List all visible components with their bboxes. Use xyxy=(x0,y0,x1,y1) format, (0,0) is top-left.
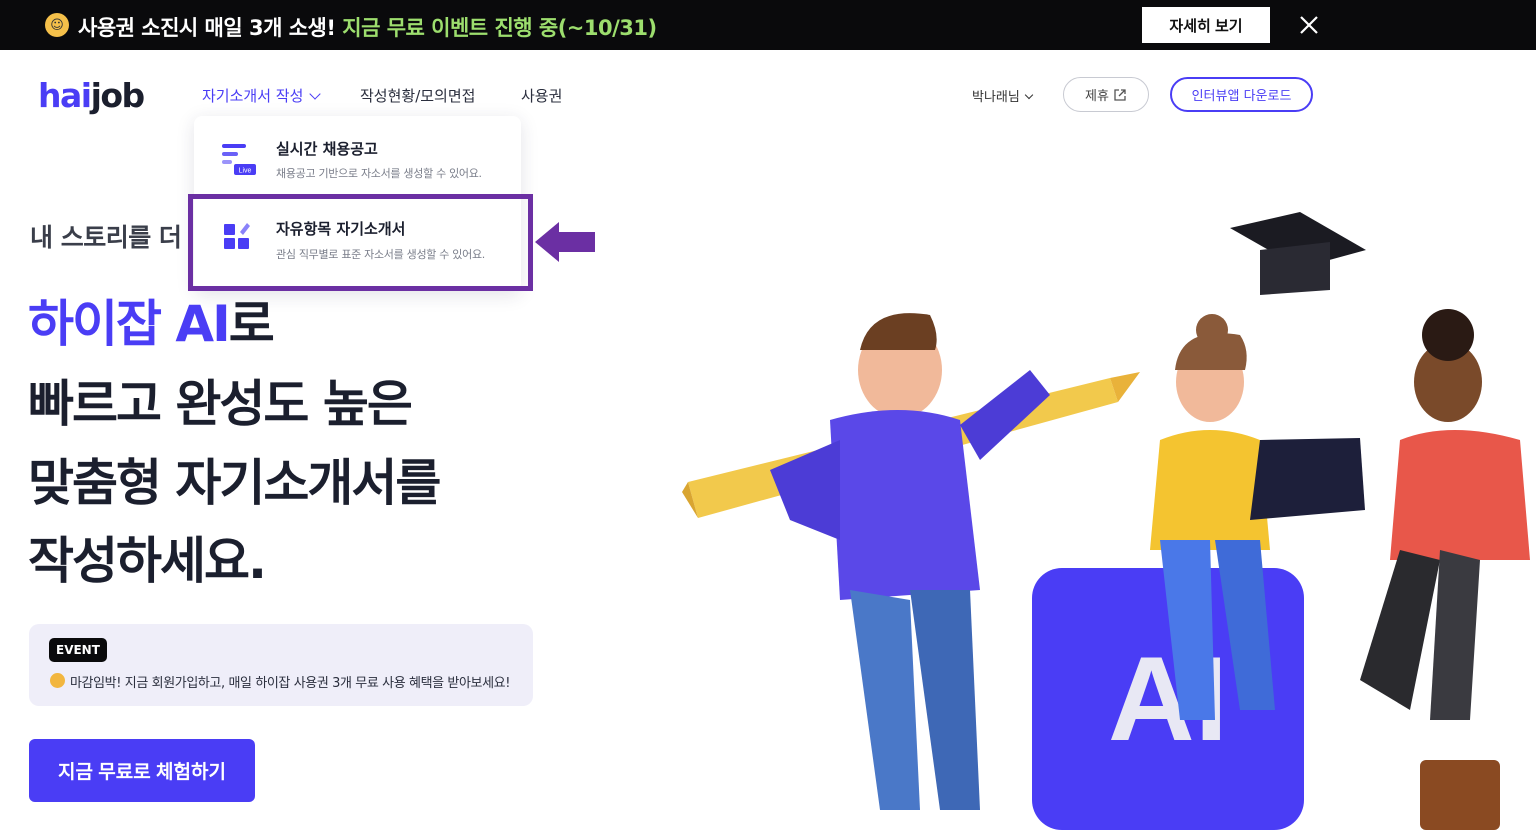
party-face-icon: ☺ xyxy=(45,13,69,37)
banner-message-main: 사용권 소진시 매일 3개 소생! xyxy=(78,16,336,40)
event-badge: EVENT xyxy=(49,638,107,662)
live-document-icon: Live xyxy=(222,144,256,175)
close-icon[interactable] xyxy=(1298,14,1320,36)
hero-title-line-2: 빠르고 완성도 높은 xyxy=(28,375,413,433)
external-link-icon xyxy=(1114,88,1126,101)
app-download-button[interactable]: 인터뷰앱 다운로드 xyxy=(1170,77,1313,112)
dropdown-item-live-jobs[interactable]: Live 실시간 채용공고 채용공고 기반으로 자소서를 생성할 수 있어요. xyxy=(194,128,521,203)
banner-detail-button[interactable]: 자세히 보기 xyxy=(1142,7,1270,43)
banner-message: 사용권 소진시 매일 3개 소생! 지금 무료 이벤트 진행 중(~10/31) xyxy=(78,12,657,42)
graduation-cap-icon xyxy=(1230,212,1366,295)
hero-subtitle: 내 스토리를 더 xyxy=(30,223,182,252)
nav-cover-letter[interactable]: 자기소개서 작성 xyxy=(202,85,322,106)
free-trial-button[interactable]: 지금 무료로 체험하기 xyxy=(29,739,255,802)
partner-label: 제휴 xyxy=(1085,89,1109,104)
logo-part-hai: hai xyxy=(38,76,92,115)
event-text: 마감임박! 지금 회원가입하고, 매일 하이잡 사용권 3개 무료 사용 혜택을… xyxy=(70,676,511,691)
hero-title-line-1: 하이잡 AI로 xyxy=(28,284,275,356)
user-menu[interactable]: 박나래님 xyxy=(972,86,1034,105)
woman-illustration xyxy=(1150,314,1365,720)
hero-illustration: AI xyxy=(682,212,1530,830)
hero-title-line-3: 맞춤형 자기소개서를 xyxy=(28,454,441,512)
dropdown-item-desc: 채용공고 기반으로 자소서를 생성할 수 있어요. xyxy=(276,167,482,180)
haijob-logo[interactable]: haijob xyxy=(38,76,146,115)
jumping-woman-illustration xyxy=(1360,309,1530,830)
live-badge: Live xyxy=(239,168,252,175)
hero-title-rest: 로 xyxy=(228,295,275,353)
user-name: 박나래님 xyxy=(972,90,1020,105)
annotation-highlight-box xyxy=(188,194,533,291)
chevron-down-icon xyxy=(309,88,322,100)
hero-title-line-4: 작성하세요. xyxy=(28,532,267,590)
dropdown-item-title: 실시간 채용공고 xyxy=(276,140,378,158)
banner-message-highlight: 지금 무료 이벤트 진행 중(~10/31) xyxy=(342,16,657,40)
event-notice: EVENT 마감임박! 지금 회원가입하고, 매일 하이잡 사용권 3개 무료 … xyxy=(29,624,533,706)
annotation-arrow-icon xyxy=(535,222,595,262)
nav-status-interview[interactable]: 작성현황/모의면접 xyxy=(360,85,475,106)
nav-tickets[interactable]: 사용권 xyxy=(521,85,562,106)
chevron-down-icon xyxy=(1024,90,1034,100)
man-illustration xyxy=(770,313,1050,810)
event-banner: ☺ 사용권 소진시 매일 3개 소생! 지금 무료 이벤트 진행 중(~10/3… xyxy=(0,0,1536,50)
logo-part-job: job xyxy=(90,76,146,115)
partner-button[interactable]: 제휴 xyxy=(1063,77,1149,112)
clapping-hands-icon xyxy=(50,673,65,688)
hero-title-accent: 하이잡 AI xyxy=(28,295,231,353)
nav-cover-letter-label: 자기소개서 작성 xyxy=(202,87,304,105)
